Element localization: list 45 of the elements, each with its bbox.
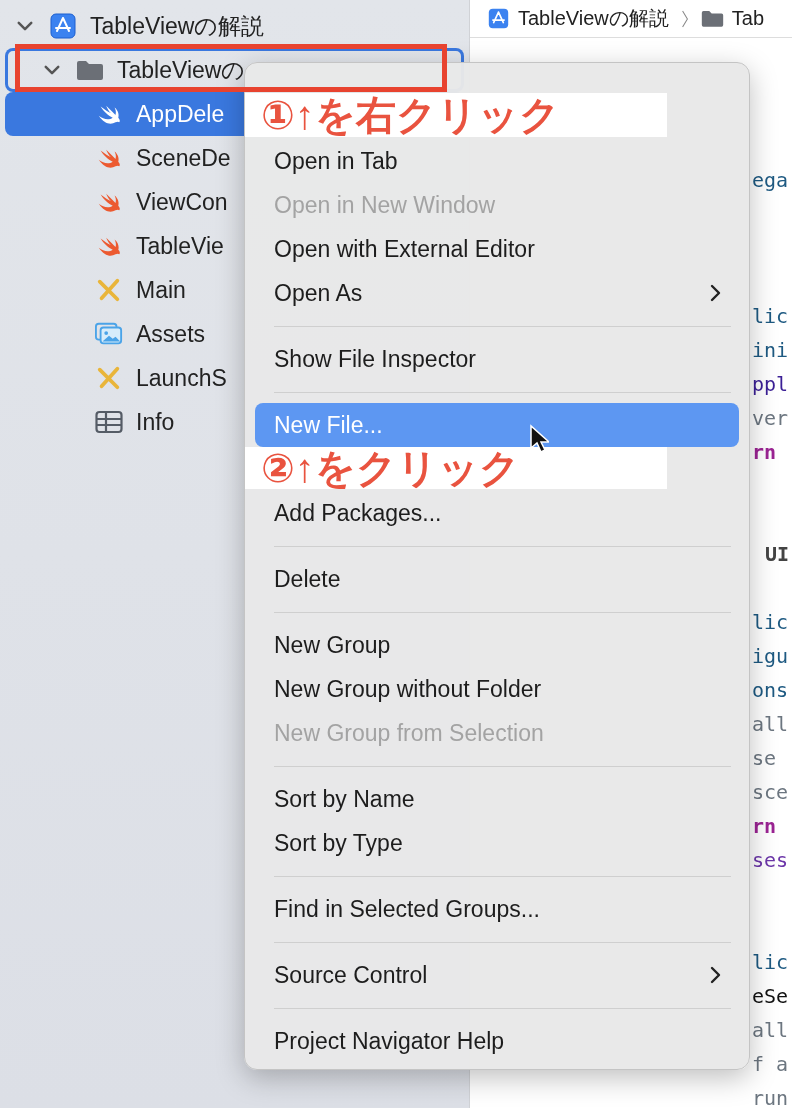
mouse-pointer-icon: [529, 424, 549, 454]
menu-item[interactable]: Open As: [255, 271, 739, 315]
code-text: ppl: [752, 372, 789, 396]
instruction-callout: ①↑を右クリック: [245, 93, 667, 137]
code-text: eSe: [752, 984, 789, 1008]
code-text: all: [752, 1018, 789, 1042]
code-text: ver: [752, 406, 789, 430]
code-text: rn: [752, 440, 777, 464]
menu-item[interactable]: Delete: [255, 557, 739, 601]
code-text: rn: [752, 814, 777, 838]
code-text: se: [752, 746, 777, 770]
instruction-callout: ②↑をクリック: [245, 447, 667, 489]
code-text: lic: [752, 950, 789, 974]
menu-item[interactable]: Open in Tab: [255, 139, 739, 183]
menu-item[interactable]: Source Control: [255, 953, 739, 997]
menu-item[interactable]: Find in Selected Groups...: [255, 887, 739, 931]
breadcrumb-item[interactable]: Tab: [731, 7, 765, 30]
folder-row[interactable]: TableViewの: [5, 48, 464, 92]
app-icon: [487, 8, 510, 29]
app-icon: [49, 13, 77, 39]
menu-item[interactable]: Open with External Editor: [255, 227, 739, 271]
code-text: f a: [752, 1052, 789, 1076]
code-text: lic: [752, 610, 789, 634]
code-text: ses: [752, 848, 789, 872]
code-text: ons: [752, 678, 789, 702]
folder-icon: [700, 8, 724, 29]
code-text: run: [752, 1086, 789, 1108]
menu-item[interactable]: Sort by Type: [255, 821, 739, 865]
menu-item[interactable]: Add Packages...: [255, 491, 739, 535]
code-text: sce: [752, 780, 789, 804]
menu-item[interactable]: New Group without Folder: [255, 667, 739, 711]
images-icon: [95, 321, 123, 347]
code-text: UI: [765, 542, 790, 566]
project-name[interactable]: TableViewの解説: [90, 10, 265, 42]
menu-item[interactable]: Project Navigator Help: [255, 1019, 739, 1063]
code-text: ega: [752, 168, 789, 192]
breadcrumb-item[interactable]: TableViewの解説: [518, 5, 669, 32]
code-text: all: [752, 712, 789, 736]
table-icon: [95, 409, 123, 435]
code-text: lic: [752, 304, 789, 328]
menu-item[interactable]: Sort by Name: [255, 777, 739, 821]
code-text: ini: [752, 338, 789, 362]
menu-item[interactable]: New Group: [255, 623, 739, 667]
menu-item[interactable]: Show File Inspector: [255, 337, 739, 381]
code-text: igu: [752, 644, 789, 668]
